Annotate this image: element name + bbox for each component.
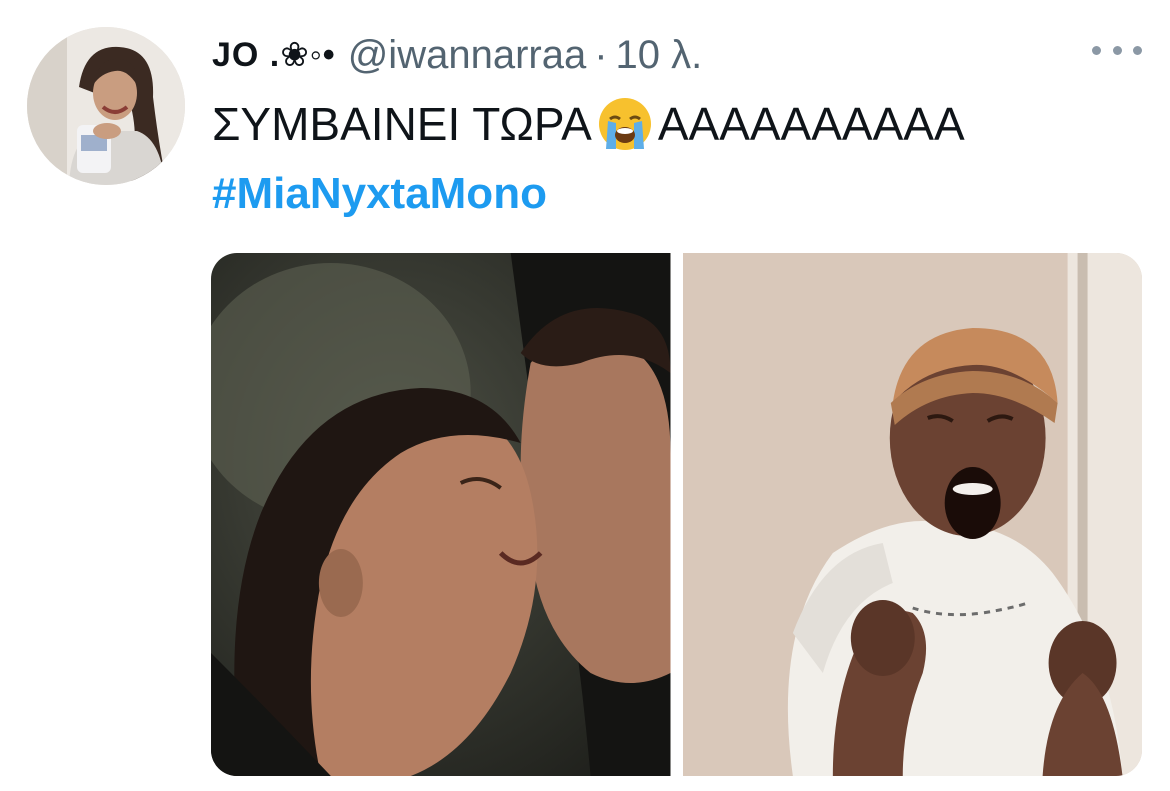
media-grid <box>211 253 1142 776</box>
display-name[interactable]: JO .❀◦• <box>212 35 336 75</box>
more-dot <box>1112 45 1122 55</box>
user-handle[interactable]: @iwannarraa <box>348 33 587 78</box>
tweet-text-part-2: ΑΑΑΑΑΑΑΑΑΑ <box>657 98 965 150</box>
more-dot <box>1092 45 1101 55</box>
more-horizontal-icon[interactable] <box>1092 40 1142 60</box>
screaming-excited-woman-photo <box>682 253 1142 776</box>
tweet-timestamp[interactable]: 10 λ. <box>616 33 703 78</box>
tweet-text: ΣΥΜΒΑΙΝΕΙ ΤΩΡΑ ΑΑΑΑΑΑΑΑΑΑ <box>212 95 965 153</box>
tweet-card[interactable]: JO .❀◦• @iwannarraa · 10 λ. ΣΥΜΒΑΙΝΕΙ ΤΩ… <box>0 0 1170 791</box>
hashtag-link[interactable]: #MiaNyxtaMono <box>212 166 547 222</box>
kissing-couple-photo <box>211 253 671 776</box>
separator-dot: · <box>594 32 608 77</box>
tweet-header: JO .❀◦• @iwannarraa · 10 λ. <box>212 30 702 80</box>
media-image-1[interactable] <box>211 253 671 776</box>
avatar-image <box>27 27 185 185</box>
loudly-crying-face-icon <box>596 95 654 153</box>
avatar[interactable] <box>27 27 185 185</box>
tweet-text-part-1: ΣΥΜΒΑΙΝΕΙ ΤΩΡΑ <box>212 98 592 150</box>
media-image-2[interactable] <box>682 253 1142 776</box>
more-dot <box>1133 45 1142 55</box>
